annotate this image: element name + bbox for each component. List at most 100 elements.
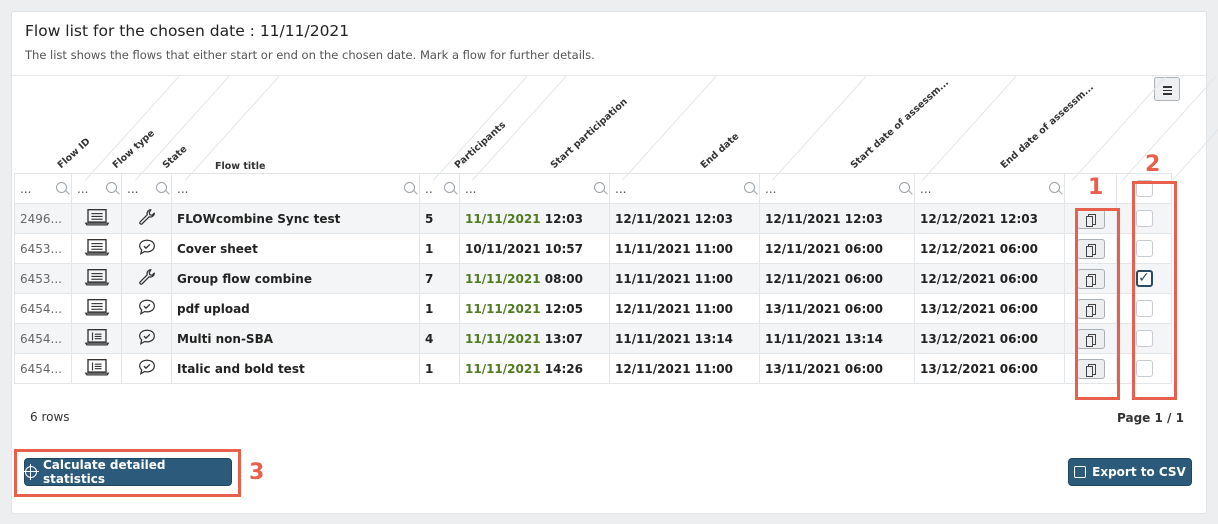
table-row[interactable]: 6454... Multi non-SBA 4 11/11/2021 13:07 11/… bbox=[14, 323, 1172, 354]
table-row[interactable]: 6453... Group flow combine 7 11/11/2021 08:… bbox=[14, 263, 1172, 294]
cell-state bbox=[121, 353, 172, 384]
cell-flow-id: 6454... bbox=[14, 293, 72, 324]
annotation-label-3: 3 bbox=[249, 460, 265, 485]
cell-flow-type bbox=[71, 203, 122, 234]
cell-assessment-end: 13/12/2021 06:00 bbox=[914, 353, 1065, 384]
cell-state bbox=[121, 203, 172, 234]
cell-end-date: 11/11/2021 11:00 bbox=[609, 233, 760, 264]
wrench-icon bbox=[138, 209, 156, 229]
search-icon bbox=[899, 182, 910, 193]
filter-assessment-end[interactable]: ... bbox=[914, 173, 1065, 204]
filter-assessment-start[interactable]: ... bbox=[759, 173, 915, 204]
cell-assessment-start: 12/11/2021 12:03 bbox=[759, 203, 915, 234]
cell-flow-type bbox=[71, 263, 122, 294]
table-row[interactable]: 2496... FLOWcombine Sync test 5 11/11/2021 … bbox=[14, 203, 1172, 234]
cell-participants: 1 bbox=[419, 353, 460, 384]
search-icon bbox=[156, 182, 167, 193]
chat-check-icon bbox=[138, 359, 156, 379]
cell-participants: 5 bbox=[419, 203, 460, 234]
monitor-icon bbox=[84, 209, 110, 229]
cell-assessment-start: 13/11/2021 06:00 bbox=[759, 293, 915, 324]
flow-table: ... ... ... ... .. ... ... ... ... 2496.… bbox=[14, 173, 1172, 384]
export-csv-button[interactable]: Export to CSV bbox=[1068, 458, 1192, 486]
cell-assessment-end: 12/12/2021 06:00 bbox=[914, 263, 1065, 294]
monitor-icon bbox=[84, 239, 110, 259]
filter-flow-title[interactable]: ... bbox=[171, 173, 420, 204]
cell-flow-id: 6454... bbox=[14, 323, 72, 354]
wrench-icon bbox=[138, 269, 156, 289]
cell-flow-id: 6453... bbox=[14, 263, 72, 294]
filter-participants[interactable]: .. bbox=[419, 173, 460, 204]
start-date: 11/11/2021 bbox=[465, 211, 541, 226]
cell-state bbox=[121, 263, 172, 294]
filter-flow-id[interactable]: ... bbox=[14, 173, 72, 204]
cell-assessment-start: 13/11/2021 06:00 bbox=[759, 353, 915, 384]
cell-participants: 1 bbox=[419, 293, 460, 324]
cell-start-participation: 11/11/2021 08:00 bbox=[459, 263, 610, 294]
export-icon bbox=[1074, 466, 1087, 478]
cell-flow-id: 2496... bbox=[14, 203, 72, 234]
cell-assessment-end: 12/12/2021 12:03 bbox=[914, 203, 1065, 234]
search-icon bbox=[106, 182, 117, 193]
start-time: 10:57 bbox=[544, 241, 583, 256]
cell-flow-title: FLOWcombine Sync test bbox=[171, 203, 420, 234]
filter-start-participation[interactable]: ... bbox=[459, 173, 610, 204]
annotation-label-1: 1 bbox=[1088, 175, 1104, 200]
table-row[interactable]: 6454... Italic and bold test 1 11/11/2021 1… bbox=[14, 353, 1172, 384]
page-indicator: Page 1 / 1 bbox=[1117, 411, 1184, 425]
search-icon bbox=[594, 182, 605, 193]
calculate-statistics-button[interactable]: Calculate detailed statistics bbox=[23, 458, 232, 486]
table-row[interactable]: 6454... pdf upload 1 11/11/2021 12:05 12/11/… bbox=[14, 293, 1172, 324]
start-time: 13:07 bbox=[544, 331, 583, 346]
panel-header: Flow list for the chosen date : 11/11/20… bbox=[12, 12, 1206, 76]
cell-start-participation: 10/11/2021 10:57 bbox=[459, 233, 610, 264]
annotation-box-details bbox=[1075, 208, 1120, 400]
cell-start-participation: 11/11/2021 12:05 bbox=[459, 293, 610, 324]
column-menu-button[interactable] bbox=[1154, 77, 1180, 101]
list-monitor-icon bbox=[84, 329, 110, 349]
start-time: 12:05 bbox=[544, 301, 583, 316]
cell-flow-type bbox=[71, 293, 122, 324]
cell-state bbox=[121, 323, 172, 354]
filter-state[interactable]: ... bbox=[121, 173, 172, 204]
search-icon bbox=[744, 182, 755, 193]
chat-check-icon bbox=[138, 299, 156, 319]
cell-flow-id: 6453... bbox=[14, 233, 72, 264]
cell-flow-title: Cover sheet bbox=[171, 233, 420, 264]
search-icon bbox=[404, 182, 415, 193]
monitor-icon bbox=[84, 299, 110, 319]
cell-participants: 4 bbox=[419, 323, 460, 354]
cell-flow-title: Multi non-SBA bbox=[171, 323, 420, 354]
start-time: 08:00 bbox=[544, 271, 583, 286]
start-date: 10/11/2021 bbox=[465, 241, 541, 256]
search-icon bbox=[1049, 182, 1060, 193]
cell-assessment-end: 12/12/2021 06:00 bbox=[914, 233, 1065, 264]
cell-assessment-start: 12/11/2021 06:00 bbox=[759, 263, 915, 294]
cell-participants: 1 bbox=[419, 233, 460, 264]
cell-flow-id: 6454... bbox=[14, 353, 72, 384]
cell-end-date: 12/11/2021 11:00 bbox=[609, 293, 760, 324]
cell-flow-type bbox=[71, 233, 122, 264]
search-icon bbox=[56, 182, 67, 193]
start-date: 11/11/2021 bbox=[465, 331, 541, 346]
cell-flow-title: Italic and bold test bbox=[171, 353, 420, 384]
annotation-label-2: 2 bbox=[1145, 152, 1161, 177]
filter-flow-type[interactable]: ... bbox=[71, 173, 122, 204]
start-time: 12:03 bbox=[544, 211, 583, 226]
col-header-flow-title[interactable]: Flow title bbox=[215, 161, 265, 172]
crosshair-icon bbox=[23, 464, 39, 480]
cell-flow-type bbox=[71, 353, 122, 384]
filter-row: ... ... ... ... .. ... ... ... ... bbox=[14, 173, 1172, 204]
page-subtitle: The list shows the flows that either sta… bbox=[25, 48, 595, 62]
chat-check-icon bbox=[138, 329, 156, 349]
cell-flow-type bbox=[71, 323, 122, 354]
cell-flow-title: pdf upload bbox=[171, 293, 420, 324]
hamburger-icon bbox=[1163, 86, 1172, 88]
cell-end-date: 12/11/2021 12:03 bbox=[609, 203, 760, 234]
page-title: Flow list for the chosen date : 11/11/20… bbox=[25, 22, 350, 40]
search-icon bbox=[444, 182, 455, 193]
rows-count: 6 rows bbox=[30, 410, 70, 424]
cell-start-participation: 11/11/2021 12:03 bbox=[459, 203, 610, 234]
table-row[interactable]: 6453... Cover sheet 1 10/11/2021 10:57 11/11… bbox=[14, 233, 1172, 264]
filter-end-date[interactable]: ... bbox=[609, 173, 760, 204]
